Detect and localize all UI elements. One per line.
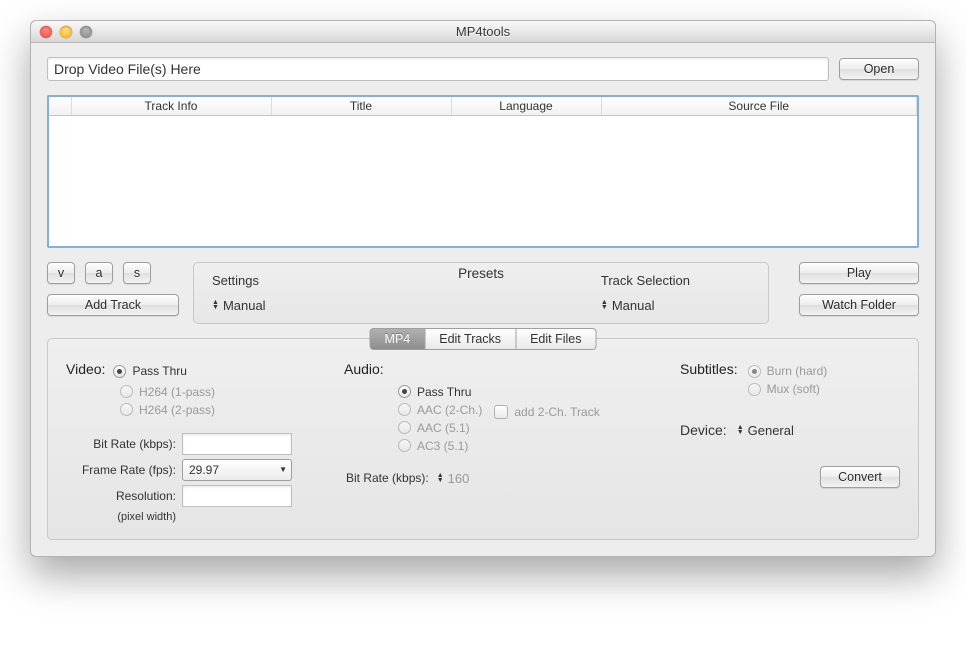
presets-panel: Presets Settings ▲▼ Manual Track Selecti… [193, 262, 769, 324]
video-heading: Video: [66, 361, 105, 377]
audio-aac51-radio[interactable]: AAC (5.1) [398, 419, 482, 437]
radio-icon [398, 385, 411, 398]
radio-icon [748, 365, 761, 378]
subtitles-mux-radio[interactable]: Mux (soft) [748, 380, 828, 398]
settings-select[interactable]: ▲▼ Manual [212, 298, 266, 313]
radio-icon [398, 403, 411, 416]
col-track-info[interactable]: Track Info [71, 97, 271, 116]
app-window: MP4tools Open Track Info Title Language … [30, 20, 936, 557]
chevron-down-icon: ▼ [279, 465, 287, 474]
titlebar: MP4tools [31, 21, 935, 43]
video-h264-2pass-radio[interactable]: H264 (2-pass) [120, 401, 326, 419]
video-resolution-input[interactable] [182, 485, 292, 507]
updown-icon: ▲▼ [212, 300, 219, 310]
add-track-button[interactable]: Add Track [47, 294, 179, 316]
updown-icon: ▲▼ [601, 300, 608, 310]
open-button[interactable]: Open [839, 58, 919, 80]
track-selection-select[interactable]: ▲▼ Manual [601, 298, 655, 313]
col-blank[interactable] [49, 97, 71, 116]
video-pass-thru-radio[interactable]: Pass Thru [113, 362, 186, 380]
col-language[interactable]: Language [451, 97, 601, 116]
track-table-body[interactable] [49, 116, 917, 246]
video-framerate-label: Frame Rate (fps): [66, 463, 176, 477]
audio-heading: Audio: [344, 361, 662, 377]
audio-ac351-radio[interactable]: AC3 (5.1) [398, 437, 482, 455]
radio-icon [113, 365, 126, 378]
video-resolution-hint: (pixel width) [66, 511, 176, 523]
track-selection-value: Manual [612, 298, 655, 313]
audio-bitrate-stepper[interactable]: ▲▼ 160 [437, 471, 470, 486]
radio-icon [120, 403, 133, 416]
video-framerate-combo[interactable]: 29.97 ▼ [182, 459, 292, 481]
video-resolution-label: Resolution: [66, 489, 176, 503]
device-select[interactable]: ▲▼ General [737, 423, 794, 438]
add-2ch-checkbox[interactable]: add 2-Ch. Track [494, 405, 599, 419]
convert-button[interactable]: Convert [820, 466, 900, 488]
radio-icon [748, 383, 761, 396]
settings-value: Manual [223, 298, 266, 313]
track-table[interactable]: Track Info Title Language Source File [47, 95, 919, 248]
play-button[interactable]: Play [799, 262, 919, 284]
v-button[interactable]: v [47, 262, 75, 284]
radio-icon [398, 439, 411, 452]
a-button[interactable]: a [85, 262, 113, 284]
tab-mp4[interactable]: MP4 [370, 328, 426, 350]
video-bitrate-label: Bit Rate (kbps): [66, 437, 176, 451]
tabbar: MP4 Edit Tracks Edit Files [370, 328, 597, 350]
radio-icon [398, 421, 411, 434]
device-label: Device: [680, 422, 727, 438]
updown-icon: ▲▼ [437, 473, 444, 483]
radio-icon [120, 385, 133, 398]
audio-bitrate-label: Bit Rate (kbps): [346, 471, 429, 485]
watch-folder-button[interactable]: Watch Folder [799, 294, 919, 316]
tab-edit-files[interactable]: Edit Files [516, 328, 596, 350]
s-button[interactable]: s [123, 262, 151, 284]
presets-heading: Presets [194, 266, 768, 281]
subtitles-burn-radio[interactable]: Burn (hard) [748, 362, 828, 380]
settings-panel: MP4 Edit Tracks Edit Files Video: Pass T… [47, 338, 919, 540]
drop-files-input[interactable] [47, 57, 829, 81]
video-h264-1pass-radio[interactable]: H264 (1-pass) [120, 383, 326, 401]
col-source-file[interactable]: Source File [601, 97, 917, 116]
tab-edit-tracks[interactable]: Edit Tracks [425, 328, 516, 350]
audio-aac2-radio[interactable]: AAC (2-Ch.) [398, 401, 482, 419]
col-title[interactable]: Title [271, 97, 451, 116]
video-bitrate-input[interactable] [182, 433, 292, 455]
subtitles-heading: Subtitles: [680, 361, 738, 377]
window-title: MP4tools [31, 24, 935, 39]
updown-icon: ▲▼ [737, 425, 744, 435]
checkbox-icon [494, 405, 508, 419]
audio-pass-thru-radio[interactable]: Pass Thru [398, 383, 482, 401]
